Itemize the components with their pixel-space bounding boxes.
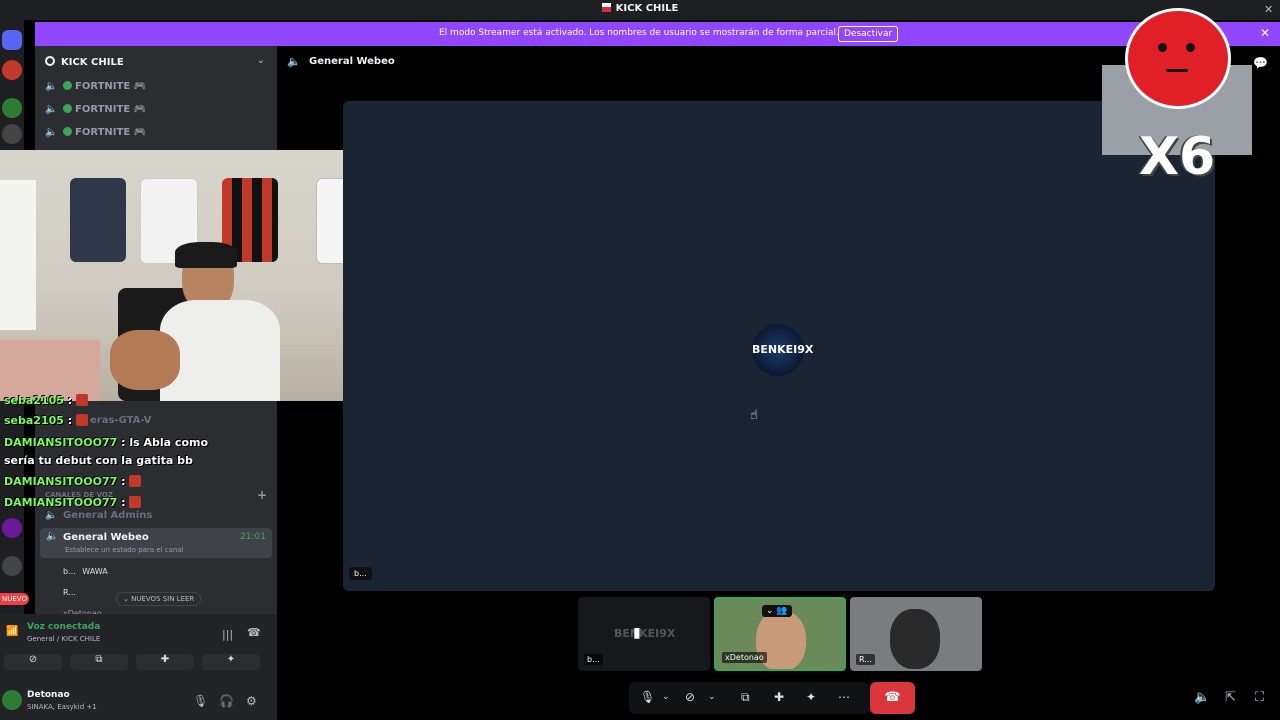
new-unread-pill[interactable]: ⌄ NUEVOS SIN LEER bbox=[116, 592, 202, 606]
soundboard-icon[interactable]: ✦ bbox=[806, 690, 816, 704]
chat-message: DAMIANSITOOO77 : ls Abla como bbox=[4, 436, 209, 449]
chat-message: DAMIANSITOOO77 : bbox=[4, 496, 142, 509]
participant-tile[interactable]: R... bbox=[850, 597, 982, 671]
volume-icon[interactable]: 🔈 bbox=[1194, 690, 1210, 705]
mic-icon[interactable]: 🎙 bbox=[640, 690, 655, 704]
jersey-image bbox=[70, 178, 126, 262]
status-dot bbox=[63, 104, 72, 113]
chat-icon[interactable]: 💬 bbox=[1253, 56, 1268, 70]
call-channel-title: General Webeo bbox=[309, 56, 395, 67]
new-badge: NUEVO bbox=[0, 593, 29, 605]
disable-streamer-button[interactable]: Desactivar bbox=[838, 26, 899, 42]
chat-emote-icon bbox=[75, 394, 88, 406]
active-voice-channel[interactable]: 🔈 General Webeo 21:01 Establece un estad… bbox=[40, 528, 272, 558]
voice-location: General / KICK CHILE bbox=[27, 635, 101, 643]
chevron-down-icon[interactable]: ⌄ bbox=[257, 55, 265, 66]
speaker-icon: 🔈 bbox=[45, 104, 58, 115]
camera-off-icon[interactable]: ⊘ bbox=[685, 690, 695, 704]
server-icon[interactable] bbox=[2, 124, 22, 144]
chat-message: seba2105 : bbox=[4, 414, 88, 427]
chevron-down-icon[interactable]: ⌄ bbox=[662, 692, 670, 702]
more-icon[interactable]: ⋯ bbox=[838, 690, 850, 704]
activity-button[interactable]: ✚ bbox=[136, 654, 194, 670]
window-light bbox=[0, 180, 36, 330]
participant-tile[interactable]: BENKEI9X ▮ b... bbox=[578, 597, 710, 671]
screen-share-button[interactable]: ⧉ bbox=[70, 654, 128, 670]
soundboard-button[interactable]: ✦ bbox=[202, 654, 260, 670]
bedsheet bbox=[0, 340, 100, 401]
server-icon[interactable] bbox=[2, 518, 22, 538]
voice-channel[interactable]: 🔈 FORTNITE 🎮 bbox=[45, 104, 146, 115]
mic-icon[interactable]: 🎙 bbox=[193, 694, 208, 708]
call-controls: 🎙 ⌄ ⊘ ⌄ ⧉ ✚ ✦ ⋯ bbox=[629, 682, 869, 714]
server-icon[interactable] bbox=[2, 556, 22, 576]
fullscreen-icon[interactable]: ⛶ bbox=[1255, 690, 1264, 705]
activity-icon[interactable]: ✚ bbox=[774, 690, 784, 704]
chat-emote-icon bbox=[129, 475, 142, 487]
participant-video bbox=[890, 609, 940, 669]
server-badge-icon bbox=[45, 56, 55, 66]
discord-home-icon[interactable] bbox=[2, 30, 22, 50]
voice-panel: 📶 Voz conectada General / KICK CHILE |||… bbox=[0, 614, 277, 720]
user-name[interactable]: Detonao bbox=[27, 690, 70, 700]
call-stage[interactable]: BENKEI9X ☝ b... bbox=[343, 101, 1215, 591]
chat-emote-icon bbox=[129, 496, 142, 508]
popout-icon[interactable]: ⇱ bbox=[1225, 690, 1236, 705]
close-window-icon[interactable]: ✕ bbox=[1264, 3, 1273, 16]
chat-message: DAMIANSITOOO77 : bbox=[4, 475, 142, 488]
speaker-icon: 🔈 bbox=[287, 55, 301, 68]
voice-channel[interactable]: 🔈 FORTNITE 🎮 bbox=[45, 127, 146, 138]
participant-tile-speaking[interactable]: ⌄ 👥 xDetonao bbox=[714, 597, 846, 671]
person-knee bbox=[110, 330, 180, 390]
status-dot bbox=[63, 127, 72, 136]
banner-text: El modo Streamer está activado. Los nomb… bbox=[439, 28, 839, 38]
add-channel-icon[interactable]: + bbox=[257, 488, 267, 502]
call-header: 🔈 General Webeo bbox=[277, 46, 1102, 80]
chat-message: seba2105 : bbox=[4, 394, 88, 407]
hand-cursor-icon: ☝ bbox=[750, 408, 758, 423]
streamer-mode-banner: El modo Streamer está activado. Los nomb… bbox=[35, 22, 1280, 46]
signal-icon: 📶 bbox=[6, 626, 19, 637]
participant-avatar[interactable]: BENKEI9X bbox=[752, 324, 813, 376]
speaker-icon: 🔈 bbox=[45, 81, 58, 92]
window-titlebar: KICK CHILE ✕ bbox=[0, 0, 1280, 20]
chat-message: sería tu debut con la gatita bb bbox=[4, 454, 193, 467]
camera-off-button[interactable]: ⊘ bbox=[4, 654, 62, 670]
voice-connected[interactable]: Voz conectada bbox=[27, 622, 100, 632]
call-timer: 21:01 bbox=[240, 532, 266, 542]
participant-label: b... bbox=[349, 567, 372, 580]
noise-icon[interactable]: ||| bbox=[222, 628, 233, 641]
stream-chat-overlay: seba2105 : seba2105 : DAMIANSITOOO77 : l… bbox=[0, 394, 230, 516]
gear-icon[interactable]: ⚙ bbox=[246, 694, 257, 708]
server-icon[interactable] bbox=[2, 98, 22, 118]
channel-status[interactable]: Establece un estado para el canal bbox=[65, 546, 184, 554]
headphones-icon[interactable]: 🎧 bbox=[219, 694, 234, 708]
chevron-down-icon[interactable]: ⌄ bbox=[708, 692, 716, 702]
person-hair bbox=[175, 242, 237, 268]
chat-emote-icon bbox=[75, 414, 88, 426]
server-header[interactable]: KICK CHILE bbox=[45, 56, 124, 68]
disconnect-icon[interactable]: ☎ bbox=[247, 626, 261, 639]
mascot-head bbox=[1125, 8, 1231, 109]
multiplier-text: X6 bbox=[1138, 127, 1216, 187]
hangup-button[interactable]: ☎ bbox=[870, 682, 915, 714]
status-dot bbox=[63, 81, 72, 90]
voice-user[interactable]: b... WAWA bbox=[63, 567, 108, 576]
user-activity: SINAKA, Easykid +1 bbox=[27, 703, 97, 711]
user-avatar[interactable] bbox=[2, 690, 22, 710]
close-icon[interactable]: ✕ bbox=[1260, 26, 1270, 40]
screen-share-icon[interactable]: ⧉ bbox=[741, 690, 750, 705]
window-title: KICK CHILE bbox=[0, 3, 1280, 14]
flag-icon bbox=[601, 3, 611, 12]
voice-user[interactable]: R... bbox=[63, 588, 76, 597]
server-icon[interactable] bbox=[2, 60, 22, 80]
voice-channel[interactable]: 🔈 FORTNITE 🎮 bbox=[45, 81, 146, 92]
camera-icon: ▮ bbox=[633, 625, 641, 641]
speaker-icon: 🔈 bbox=[46, 531, 59, 542]
speaker-icon: 🔈 bbox=[45, 127, 58, 138]
stream-counter-overlay: X6 bbox=[1101, 5, 1253, 189]
tile-options-icon[interactable]: ⌄ 👥 bbox=[762, 605, 792, 617]
